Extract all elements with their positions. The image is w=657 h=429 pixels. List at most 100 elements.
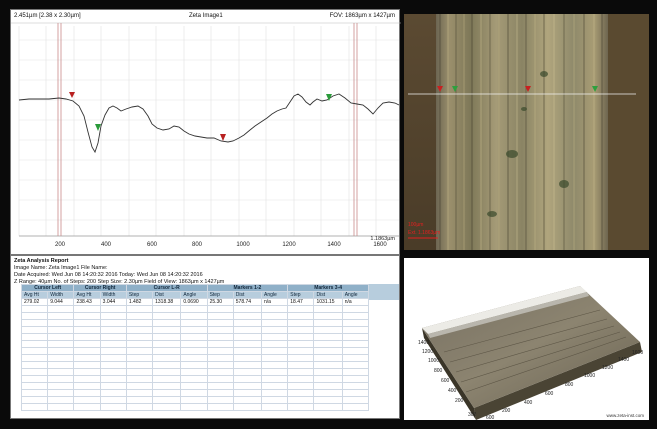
cursor-right[interactable]: [353, 23, 358, 236]
x-tick-label: 1400: [327, 242, 341, 248]
table-row: [20, 368, 370, 376]
axis-tick-label: 600: [486, 415, 495, 420]
background-right: [608, 14, 649, 250]
scale-sub-label: Ext. 1.1863µm: [408, 230, 440, 236]
plot-header-fov: FOV: 1863µm x 1427µm: [329, 13, 395, 19]
report-table[interactable]: Cursor Left Cursor Right Cursor L-R Mark…: [20, 284, 370, 411]
table-cell: 279.02: [20, 298, 49, 306]
report-title: Zeta Analysis Report: [14, 258, 69, 264]
analysis-report-panel[interactable]: Zeta Analysis Report Image Name: Zeta Im…: [10, 255, 400, 419]
3d-surface-view[interactable]: 1400 1200 1000 800 600 400 200 200 400 6…: [404, 258, 649, 420]
axis-tick-label: 1200: [602, 365, 613, 371]
table-cell: 9.044: [47, 298, 75, 306]
axis-tick-label: 1400: [618, 357, 629, 363]
report-image-name: Image Name: Zeta Image1 File Name:: [14, 265, 108, 271]
group-header: Cursor L-R: [125, 284, 208, 292]
table-cell: 1031.15: [313, 298, 343, 306]
axis-tick-label: 800: [434, 368, 443, 374]
group-header: Markers 1-2: [206, 284, 289, 292]
column-header: Avg Ht: [73, 291, 101, 299]
plot-grid: [18, 26, 399, 236]
column-header: Width: [99, 291, 127, 299]
x-tick-label: 1200: [282, 242, 296, 248]
plot-header: 2.451µm [2.38 x 2.30µm] Zeta Image1 FOV:…: [11, 10, 399, 22]
microscope-image[interactable]: 100µm Ext. 1.1863µm: [404, 14, 649, 250]
table-row: [20, 375, 370, 383]
group-header: Cursor Left: [20, 284, 75, 292]
column-header: Dist: [313, 291, 343, 299]
column-header: Angle: [180, 291, 208, 299]
table-row[interactable]: 279.02 9.044 238.43 3.044 1.482 1318.38 …: [20, 298, 370, 306]
table-cell: 0.0690: [180, 298, 208, 306]
table-row: [20, 403, 370, 411]
table-cell: 25.30: [206, 298, 234, 306]
column-header: Step: [287, 291, 315, 299]
column-header: Step: [206, 291, 234, 299]
group-header: Cursor Right: [73, 284, 127, 292]
table-cell: 578.74: [232, 298, 263, 306]
axis-tick-label: 200: [502, 408, 511, 414]
x-tick-label: 800: [192, 242, 203, 248]
axis-tick-label: 1600: [632, 350, 643, 356]
report-date: Date Acquired: Wed Jun 08 14:20:32 2016 …: [14, 272, 203, 278]
column-header: Width: [47, 291, 75, 299]
table-cell: 3.044: [99, 298, 127, 306]
axis-tick-label: 1000: [428, 358, 439, 364]
axis-tick-label: 400: [524, 400, 533, 406]
table-row: [20, 319, 370, 327]
column-header: Avg Ht: [20, 291, 49, 299]
column-header: Angle: [261, 291, 289, 299]
x-tick-label: 1600: [373, 242, 387, 248]
table-row: [20, 361, 370, 369]
table-cell: 238.43: [73, 298, 101, 306]
x-tick-label: 400: [101, 242, 112, 248]
table-cell: 18.47: [287, 298, 315, 306]
column-header: Angle: [341, 291, 370, 299]
microscope-image-panel[interactable]: 100µm Ext. 1.1863µm: [404, 14, 649, 250]
axis-tick-label: 600: [441, 378, 450, 384]
table-row: [20, 312, 370, 320]
watermark: www.zeta-inst.com: [606, 413, 644, 418]
table-cell: 1318.38: [152, 298, 182, 306]
axis-tick-label: 600: [545, 391, 554, 397]
table-row: [20, 396, 370, 404]
x-tick-label: 600: [147, 242, 158, 248]
scale-label: 100µm: [408, 222, 423, 228]
table-header-filler: [369, 284, 399, 300]
column-header: Dist: [152, 291, 182, 299]
plot-header-left: 2.451µm [2.38 x 2.30µm]: [14, 13, 81, 19]
axis-tick-label: 1000: [584, 373, 595, 379]
axis-tick-label: 400: [448, 388, 457, 394]
profile-line: [18, 93, 400, 154]
3d-view-panel[interactable]: 1400 1200 1000 800 600 400 200 200 400 6…: [404, 258, 649, 420]
table-cell: 1.482: [125, 298, 154, 306]
x-tick-label: 200: [55, 242, 66, 248]
axis-tick-label: 800: [565, 382, 574, 388]
table-row: [20, 326, 370, 334]
column-header: Dist: [232, 291, 263, 299]
column-header: Step: [125, 291, 154, 299]
wear-track: [436, 14, 608, 250]
table-cell: n/a: [261, 298, 289, 306]
group-header: Markers 3-4: [287, 284, 369, 292]
axis-tick-label: 300: [468, 412, 477, 418]
table-row: [20, 354, 370, 362]
table-row: [20, 347, 370, 355]
profile-plot-panel[interactable]: 200 400 600 800 1000 1200 1400 1600 1.18…: [10, 9, 401, 256]
table-row: [20, 382, 370, 390]
table-row: [20, 333, 370, 341]
plot-header-title: Zeta Image1: [189, 13, 223, 19]
axis-tick-label: 200: [455, 398, 464, 404]
cursor-left[interactable]: [57, 23, 62, 236]
app-window: 200 400 600 800 1000 1200 1400 1600 1.18…: [0, 0, 657, 429]
plot-corner-note: 1.1863µm: [370, 236, 395, 242]
table-cell: n/a: [341, 298, 370, 306]
table-row: [20, 305, 370, 313]
report-column-row: Avg Ht Width Avg Ht Width Step Dist Angl…: [20, 291, 370, 299]
x-tick-label: 1000: [236, 242, 250, 248]
table-row: [20, 389, 370, 397]
profile-plot[interactable]: 200 400 600 800 1000 1200 1400 1600 1.18…: [11, 10, 401, 256]
report-info: Zeta Analysis Report Image Name: Zeta Im…: [14, 258, 224, 286]
table-row: [20, 340, 370, 348]
axis-tick-label: 1200: [422, 349, 433, 355]
